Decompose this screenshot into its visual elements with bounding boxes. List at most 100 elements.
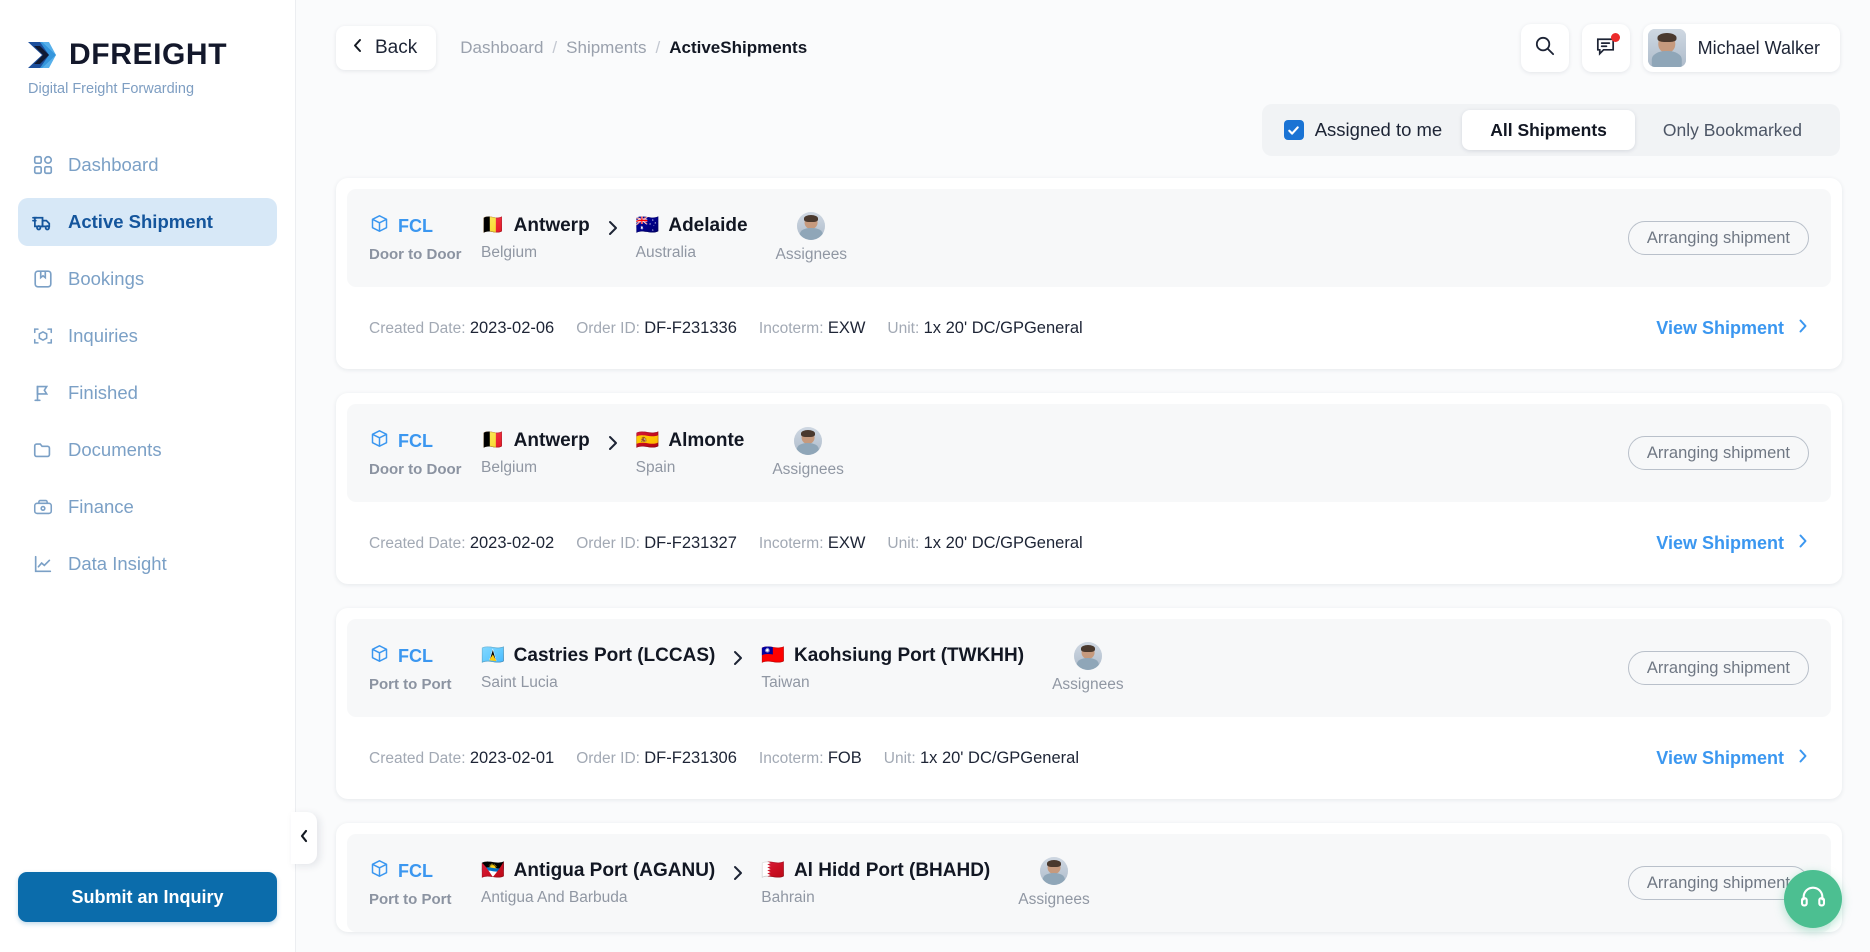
order-id-value: DF-F231306: [644, 748, 737, 767]
sidebar-item-finished[interactable]: Finished: [18, 369, 277, 417]
route-arrow-icon: [590, 218, 636, 238]
back-button[interactable]: Back: [336, 26, 437, 70]
sidebar-footer: Submit an Inquiry: [0, 872, 295, 952]
unit: Unit: 1x 20' DC/GPGeneral: [884, 749, 1079, 768]
tab-only-bookmarked[interactable]: Only Bookmarked: [1635, 110, 1830, 150]
route-arrow-icon: [715, 648, 761, 668]
assigned-to-me-checkbox[interactable]: Assigned to me: [1283, 119, 1442, 141]
cube-icon: [369, 428, 390, 454]
order-id-label: Order ID:: [576, 749, 640, 767]
created-date: Created Date: 2023-02-01: [369, 749, 554, 768]
order-id-value: DF-F231327: [644, 533, 737, 552]
assignees-label: Assignees: [775, 246, 848, 263]
cube-scan-icon: [31, 324, 55, 348]
tab-all-shipments[interactable]: All Shipments: [1462, 110, 1635, 150]
chevron-right-icon: [1797, 532, 1809, 555]
messages-button[interactable]: [1581, 24, 1630, 72]
assignees[interactable]: Assignees: [775, 212, 848, 264]
unit-label: Unit:: [883, 749, 916, 767]
filter-bar: Assigned to me All Shipments Only Bookma…: [296, 96, 1870, 156]
view-shipment-link[interactable]: View Shipment: [1656, 317, 1809, 340]
unit: Unit: 1x 20' DC/GPGeneral: [887, 534, 1082, 553]
created-date-label: Created Date:: [369, 534, 466, 552]
sidebar-item-bookings[interactable]: Bookings: [18, 255, 277, 303]
view-shipment-label: View Shipment: [1656, 532, 1784, 553]
shipment-mode: FCL Port to Port: [369, 858, 481, 908]
avatar: [797, 212, 826, 240]
shipment-destination: 🇦🇺 Adelaide Australia: [636, 215, 748, 262]
status-badge: Arranging shipment: [1627, 436, 1809, 470]
user-menu[interactable]: Michael Walker: [1642, 24, 1840, 72]
sidebar-item-inquiries[interactable]: Inquiries: [18, 312, 277, 360]
sidebar-collapse-toggle[interactable]: [291, 812, 317, 864]
shipment-card[interactable]: FCL Port to Port 🇦🇬 Antigua Port (AGANU)…: [336, 823, 1842, 932]
search-button[interactable]: [1520, 24, 1569, 72]
created-date: Created Date: 2023-02-06: [369, 319, 554, 338]
shipment-service-label: Port to Port: [369, 676, 452, 693]
shipment-destination: 🇹🇼 Kaohsiung Port (TWKHH) Taiwan: [761, 645, 1024, 692]
sidebar-item-finance[interactable]: Finance: [18, 483, 277, 531]
shipment-route: 🇧🇪 Antwerp Belgium 🇪🇸 Almonte Spain: [481, 430, 744, 477]
dfreight-chevron-logo-icon: [26, 38, 60, 72]
status-badge: Arranging shipment: [1627, 651, 1809, 685]
view-shipment-link[interactable]: View Shipment: [1656, 532, 1809, 555]
chevron-right-icon: [1797, 317, 1809, 340]
shipment-mode-label: FCL: [398, 430, 433, 451]
incoterm-value: EXW: [827, 318, 866, 337]
sidebar-item-dashboard[interactable]: Dashboard: [18, 141, 277, 189]
assignees[interactable]: Assignees: [1018, 857, 1090, 909]
destination-flag-icon: 🇪🇸: [635, 430, 660, 451]
shipment-mode-label: FCL: [398, 860, 433, 881]
sidebar-item-label: Bookings: [68, 268, 145, 289]
breadcrumb-item-shipments[interactable]: Shipments: [566, 38, 646, 58]
incoterm-label: Incoterm:: [758, 749, 824, 767]
shipment-card[interactable]: FCL Port to Port 🇱🇨 Castries Port (LCCAS…: [336, 608, 1842, 799]
origin-country: Saint Lucia: [481, 673, 558, 691]
shipment-card-header: FCL Port to Port 🇱🇨 Castries Port (LCCAS…: [347, 619, 1831, 717]
breadcrumb-item-dashboard[interactable]: Dashboard: [460, 38, 543, 58]
brand-name: DFREIGHT: [69, 38, 228, 71]
origin-city: Castries Port (LCCAS): [513, 644, 716, 666]
unit-label: Unit:: [887, 319, 920, 337]
shipment-mode: FCL Door to Door: [369, 213, 481, 263]
shipment-card[interactable]: FCL Door to Door 🇧🇪 Antwerp Belgium: [336, 393, 1842, 584]
assignees[interactable]: Assignees: [1052, 642, 1124, 694]
wallet-icon: [31, 495, 55, 519]
breadcrumb: Dashboard / Shipments / ActiveShipments: [460, 38, 807, 58]
unit-label: Unit:: [887, 534, 920, 552]
created-date-label: Created Date:: [369, 319, 466, 337]
cube-icon: [369, 643, 390, 669]
submit-inquiry-button[interactable]: Submit an Inquiry: [18, 872, 277, 922]
sidebar-item-label: Finance: [68, 496, 134, 517]
notification-dot: [1610, 33, 1620, 42]
chevron-right-icon: [1797, 747, 1809, 770]
assignees[interactable]: Assignees: [772, 427, 844, 479]
shipment-origin: 🇧🇪 Antwerp Belgium: [481, 430, 590, 477]
sidebar-item-label: Data Insight: [68, 553, 167, 574]
truck-icon: [31, 210, 55, 234]
shipment-card-footer: Created Date: 2023-02-01 Order ID: DF-F2…: [347, 717, 1831, 799]
shipment-card[interactable]: FCL Door to Door 🇧🇪 Antwerp Belgium: [336, 178, 1842, 369]
app-root: DFREIGHT Digital Freight Forwarding Dash…: [0, 0, 1870, 952]
incoterm-value: EXW: [827, 533, 866, 552]
shipment-service-label: Port to Port: [369, 891, 452, 908]
avatar: [1040, 857, 1068, 885]
shipment-service-label: Door to Door: [369, 246, 462, 263]
unit-value: 1x 20' DC/GPGeneral: [923, 318, 1083, 337]
shipment-card-footer: Created Date: 2023-02-02 Order ID: DF-F2…: [347, 502, 1831, 584]
top-bar-actions: Michael Walker: [1520, 24, 1840, 72]
origin-flag-icon: 🇦🇬: [481, 860, 505, 881]
sidebar-item-data-insight[interactable]: Data Insight: [18, 540, 277, 588]
sidebar-item-documents[interactable]: Documents: [18, 426, 277, 474]
shipment-mode-label: FCL: [398, 645, 433, 666]
assignees-label: Assignees: [1052, 676, 1124, 693]
breadcrumb-item-active-shipments: ActiveShipments: [669, 38, 808, 57]
order-id: Order ID: DF-F231306: [576, 749, 737, 768]
support-chat-button[interactable]: [1784, 870, 1842, 928]
view-shipment-link[interactable]: View Shipment: [1656, 747, 1809, 770]
shipment-list: FCL Door to Door 🇧🇪 Antwerp Belgium 🇦🇺 A…: [296, 156, 1870, 952]
shipment-destination: 🇪🇸 Almonte Spain: [636, 430, 745, 477]
breadcrumb-separator: /: [552, 38, 558, 57]
shipment-route: 🇧🇪 Antwerp Belgium 🇦🇺 Adelaide Australia: [481, 215, 748, 262]
sidebar-item-active-shipment[interactable]: Active Shipment: [18, 198, 277, 246]
